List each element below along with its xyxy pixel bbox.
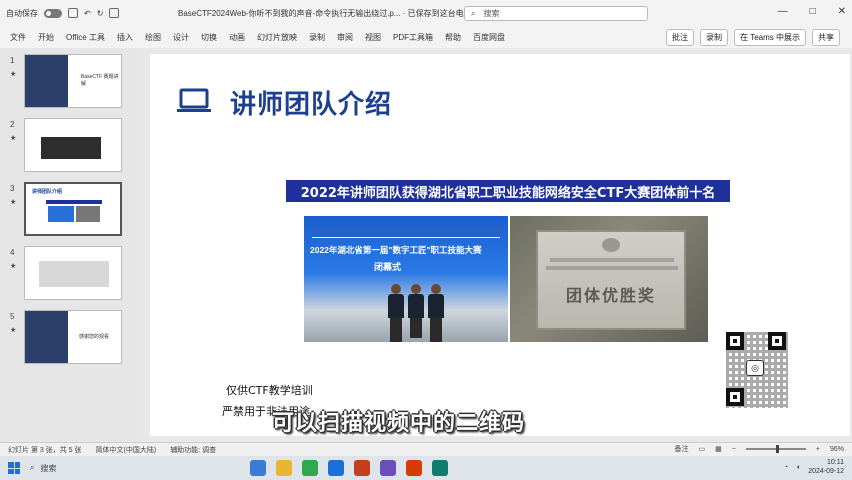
taskbar-search[interactable]: ⌕ 搜索	[30, 460, 190, 476]
powerpoint-icon[interactable]	[354, 460, 370, 476]
tab-baidu-netdisk[interactable]: 百度网盘	[473, 32, 505, 43]
tab-help[interactable]: 帮助	[445, 32, 461, 43]
slide-heading: 讲师团队介绍	[230, 90, 393, 120]
windows-start-icon[interactable]	[8, 462, 20, 474]
slide-thumbnail-3[interactable]: 讲师团队介绍	[24, 182, 122, 236]
tab-record[interactable]: 录制	[309, 32, 325, 43]
network-icon[interactable]: ◔	[784, 464, 788, 471]
undo-icon[interactable]: ↶	[84, 9, 91, 18]
app-icon[interactable]	[432, 460, 448, 476]
thumb-number: 2	[10, 120, 15, 129]
thumb-title: 感谢您的观看	[79, 334, 110, 340]
star-icon: ★	[10, 199, 17, 206]
qr-code: ◎	[724, 330, 790, 410]
share-button[interactable]: 共享	[812, 29, 840, 46]
comment-button[interactable]: 批注	[665, 29, 694, 46]
tab-view[interactable]: 视图	[365, 32, 381, 43]
thumb-title: 讲师团队介绍	[32, 189, 63, 195]
search-input[interactable]: 搜索	[483, 8, 499, 19]
thumb-number: 4	[10, 248, 15, 257]
slide-counter: 幻灯片 第 3 张，共 5 张	[8, 446, 82, 454]
wechat-icon: ◎	[746, 360, 764, 376]
tab-insert[interactable]: 插入	[117, 32, 133, 43]
star-icon: ★	[10, 135, 17, 142]
slide-thumbnail-1[interactable]: BaseCTF 赛题讲解	[24, 54, 122, 108]
plaque-award-text: 团体优胜奖	[565, 286, 656, 305]
autosave-toggle[interactable]	[44, 8, 62, 18]
app-icon[interactable]	[406, 460, 422, 476]
redo-icon[interactable]: ↻	[97, 9, 104, 18]
tab-pdf-tools[interactable]: PDF工具箱	[393, 32, 433, 43]
thumb-number: 3	[10, 184, 15, 193]
tab-file[interactable]: 文件	[10, 32, 26, 43]
slide-canvas[interactable]: 讲师团队介绍 2022年讲师团队获得湖北省职工职业技能网络安全CTF大赛团体前十…	[150, 54, 850, 436]
search-icon: ⌕	[30, 463, 35, 472]
slide-thumbnail-5[interactable]: 感谢您的观看	[24, 310, 122, 364]
award-banner: 2022年讲师团队获得湖北省职工职业技能网络安全CTF大赛团体前十名	[286, 180, 730, 202]
document-title: BaseCTF2024Web-你听不到我的声音-命令执行无输出绕过.p... ·…	[178, 9, 472, 18]
tab-slideshow[interactable]: 幻灯片放映	[257, 32, 297, 43]
teams-present-button[interactable]: 在 Teams 中展示	[733, 29, 806, 46]
taskbar-search-label: 搜索	[40, 463, 57, 473]
star-icon: ★	[10, 327, 17, 334]
zoom-in-icon[interactable]: +	[816, 446, 820, 453]
save-icon[interactable]	[68, 8, 78, 18]
tab-review[interactable]: 审阅	[337, 32, 353, 43]
clock-date: 2024-09-12	[808, 468, 844, 475]
tab-design[interactable]: 设计	[173, 32, 189, 43]
volume-icon[interactable]: ◖	[796, 464, 800, 471]
notes-button[interactable]: 备注	[675, 444, 689, 454]
title-bar: 自动保存 ↶ ↻ BaseCTF2024Web-你听不到我的声音-命令执行无输出…	[0, 0, 852, 26]
autosave-label: 自动保存	[6, 8, 38, 18]
file-explorer-icon[interactable]	[276, 460, 292, 476]
tab-animations[interactable]: 动画	[229, 32, 245, 43]
tab-home[interactable]: 开始	[38, 32, 54, 43]
slide-sorter-icon[interactable]: ▦	[715, 445, 722, 453]
clock-time: 10:11	[827, 459, 844, 466]
app-icon[interactable]	[380, 460, 396, 476]
zoom-out-icon[interactable]: −	[732, 446, 736, 453]
maximize-button[interactable]: □	[810, 6, 816, 17]
accessibility-status[interactable]: 辅助功能: 调查	[170, 445, 216, 455]
star-icon: ★	[10, 71, 17, 78]
laptop-icon	[177, 88, 211, 112]
award-plaque-photo: 团体优胜奖	[510, 216, 708, 342]
zoom-slider[interactable]	[745, 445, 806, 453]
search-box[interactable]: ⌕ 搜索	[464, 6, 648, 21]
search-icon: ⌕	[471, 8, 476, 18]
normal-view-icon[interactable]: ▭	[699, 445, 706, 453]
slide-thumbnail-2[interactable]	[24, 118, 122, 172]
present-icon[interactable]	[109, 8, 120, 18]
clock[interactable]: 10:11 2024-09-12	[808, 458, 844, 476]
system-tray: ◔ ◖ 10:11 2024-09-12	[784, 458, 844, 476]
slide-thumbnail-pane: 1 ★ BaseCTF 赛题讲解 2 ★ 3 ★ 讲师团队介绍 4 ★ 5 ★ …	[0, 48, 140, 442]
thumb-number: 1	[10, 56, 15, 65]
tab-transitions[interactable]: 切换	[201, 32, 217, 43]
video-subtitle: 可以扫描视频中的二维码	[272, 411, 526, 436]
edge-icon[interactable]	[328, 460, 344, 476]
thumb-number: 5	[10, 312, 15, 321]
task-view-icon[interactable]	[250, 460, 266, 476]
photo-banner-sub: 闭幕式	[374, 262, 402, 272]
slide-thumbnail-4[interactable]	[24, 246, 122, 300]
training-note: 仅供CTF教学培训	[226, 384, 313, 397]
star-icon: ★	[10, 263, 17, 270]
close-button[interactable]: ✕	[838, 6, 846, 17]
thumb-title: BaseCTF 赛题讲解	[81, 74, 119, 87]
tab-draw[interactable]: 绘图	[145, 32, 161, 43]
tab-office-tools[interactable]: Office 工具	[66, 32, 105, 43]
record-button[interactable]: 录制	[699, 29, 728, 46]
language-indicator[interactable]: 简体中文(中国大陆)	[96, 445, 157, 455]
zoom-level[interactable]: 96%	[830, 446, 844, 453]
minimize-button[interactable]: —	[778, 6, 788, 17]
ceremony-photo: 2022年湖北省第一届"数字工匠"职工技能大赛 闭幕式	[304, 216, 508, 342]
photo-banner-text: 2022年湖北省第一届"数字工匠"职工技能大赛	[310, 245, 482, 255]
browser-icon[interactable]	[302, 460, 318, 476]
